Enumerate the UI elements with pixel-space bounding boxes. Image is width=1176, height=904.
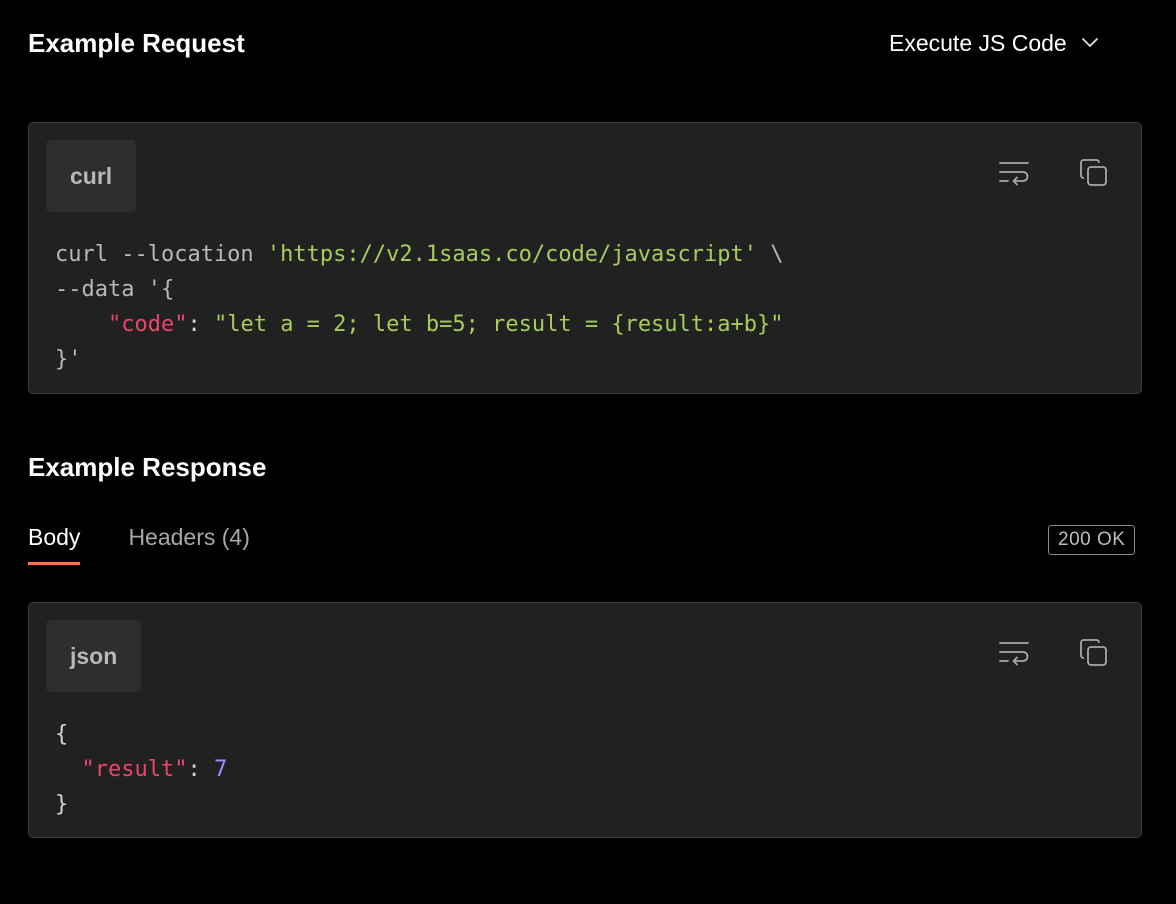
tab-body[interactable]: Body — [28, 524, 81, 565]
language-tab-json[interactable]: json — [46, 620, 142, 692]
response-tabs: Body Headers (4) — [28, 524, 250, 565]
code-token: --data '{ — [55, 277, 175, 302]
code-token: }' — [55, 347, 82, 372]
tab-headers[interactable]: Headers (4) — [128, 524, 249, 565]
selector-label: Execute JS Code — [889, 29, 1067, 56]
request-section-title: Example Request — [28, 28, 245, 58]
language-tab-curl[interactable]: curl — [46, 140, 137, 212]
code-example-selector[interactable]: Execute JS Code — [889, 28, 1099, 58]
response-code-block: json { "result": 7 } — [28, 602, 1142, 838]
status-badge: 200 OK — [1048, 525, 1136, 555]
code-token-value: 7 — [213, 757, 228, 782]
code-token: : — [187, 312, 214, 337]
chevron-down-icon — [1081, 37, 1099, 49]
code-token: curl --location — [55, 242, 267, 267]
copy-icon[interactable] — [1077, 156, 1111, 190]
code-token: { — [55, 722, 69, 747]
wrap-lines-icon[interactable] — [997, 156, 1031, 190]
wrap-lines-icon[interactable] — [997, 636, 1031, 670]
code-token-url: 'https://v2.1saas.co/code/javascript' — [266, 242, 757, 267]
code-token: \ — [757, 242, 784, 267]
code-token-key: "result" — [81, 757, 188, 782]
copy-icon[interactable] — [1077, 636, 1111, 670]
response-section-title: Example Response — [28, 452, 267, 482]
code-token-value: "let a = 2; let b=5; result = {result:a+… — [213, 312, 784, 337]
request-code: curl --location 'https://v2.1saas.co/cod… — [55, 237, 784, 377]
response-code: { "result": 7 } — [55, 717, 227, 822]
code-token: } — [55, 792, 69, 817]
code-token-key: "code" — [107, 312, 188, 337]
code-token: : — [187, 757, 214, 782]
request-code-block: curl curl --location 'https://v2.1saas.c… — [28, 122, 1142, 394]
